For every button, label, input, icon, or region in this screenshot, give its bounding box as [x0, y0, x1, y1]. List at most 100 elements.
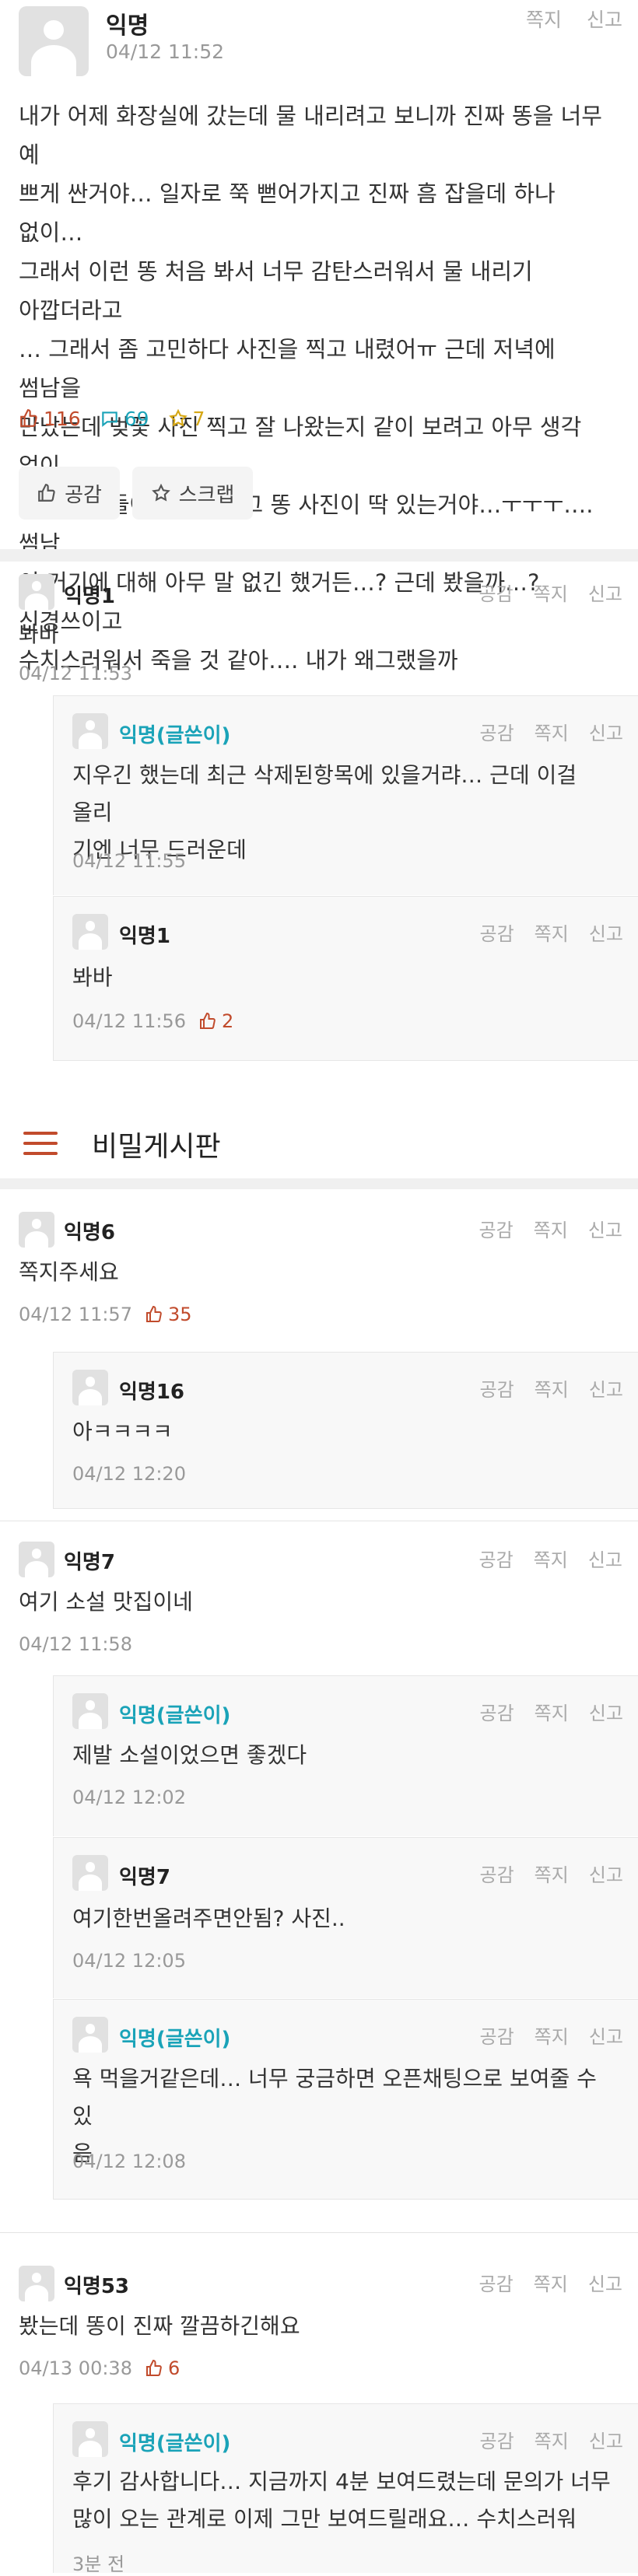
message-button[interactable]: 쪽지 [535, 2026, 569, 2048]
comment-time: 04/12 12:02 [72, 1787, 186, 1808]
comment-author: 익명16 [119, 1381, 185, 1404]
avatar [72, 2421, 108, 2457]
message-button[interactable]: 쪽지 [534, 2273, 568, 2295]
speech-bubble-icon [101, 411, 117, 427]
message-button[interactable]: 쪽지 [535, 1864, 569, 1886]
empathy-button[interactable]: 공감 [19, 467, 120, 520]
comment: 익명7 공감 쪽지 신고 여기 소설 맛집이네 04/12 11:58 [0, 1521, 638, 1661]
empathy-button[interactable]: 공감 [478, 1220, 513, 1241]
comment-time: 04/12 12:08 [72, 2151, 186, 2172]
comment-text: 여기한번올려주면안됨? 사진.. [72, 1906, 345, 1931]
avatar [72, 1370, 108, 1405]
post-author: 익명 [106, 12, 149, 40]
thumbs-up-icon [145, 2359, 162, 2376]
empathy-button[interactable]: 공감 [479, 1864, 514, 1886]
avatar [72, 914, 108, 950]
like-count: 116 [19, 408, 81, 430]
comment-author: 익명(글쓴이) [119, 1704, 231, 1727]
comment-author: 익명6 [64, 1221, 115, 1244]
report-button[interactable]: 신고 [589, 1864, 623, 1886]
comment-actions: 공감 쪽지 신고 [458, 1215, 622, 1242]
comment-text: 봐바 [19, 621, 59, 647]
message-button[interactable]: 쪽지 [534, 583, 568, 605]
post-line: 내가 어제 화장실에 갔는데 물 내리려고 보니까 진짜 똥을 너무 예 [19, 103, 602, 168]
board-header: 비밀게시판 [0, 1104, 638, 1178]
empathy-button[interactable]: 공감 [478, 583, 513, 605]
report-button[interactable]: 신고 [588, 1549, 622, 1571]
empathy-button[interactable]: 공감 [479, 723, 514, 744]
avatar [19, 1212, 54, 1248]
comment-actions: 공감 쪽지 신고 [458, 2269, 622, 2296]
post-line: … 그래서 좀 고민하다 사진을 찍고 내렸어ㅠ 근데 저녁에 썸남을 [19, 336, 556, 401]
section-divider [0, 549, 638, 562]
post-stats: 116 69 7 [19, 403, 223, 434]
reply: 익명1 공감 쪽지 신고 봐바 04/12 11:56 2 [53, 896, 638, 1061]
comment-author: 익명53 [64, 2275, 130, 2298]
scrap-button[interactable]: 스크랩 [132, 467, 253, 520]
message-button[interactable]: 쪽지 [535, 923, 569, 945]
report-button[interactable]: 신고 [589, 923, 623, 945]
comment-count: 69 [100, 408, 149, 430]
comment-like-count: 2 [198, 1010, 233, 1032]
thumbs-up-icon [20, 409, 37, 427]
avatar [19, 2266, 54, 2301]
report-button[interactable]: 신고 [589, 723, 623, 744]
message-button[interactable]: 쪽지 [534, 1549, 568, 1571]
report-button[interactable]: 신고 [589, 1379, 623, 1401]
empathy-button[interactable]: 공감 [479, 1703, 514, 1724]
empathy-button[interactable]: 공감 [478, 1549, 513, 1571]
board-title: 비밀게시판 [92, 1131, 221, 1163]
comment-actions: 공감 쪽지 신고 [459, 1698, 623, 1725]
comment-text: 여기 소설 맛집이네 [19, 1589, 193, 1615]
comment-text: 제발 소설이었으면 좋겠다 [72, 1742, 307, 1768]
message-button[interactable]: 쪽지 [535, 1703, 569, 1724]
reply: 익명(글쓴이) 공감 쪽지 신고 후기 감사합니다… 지금까지 4분 보여드렸는데 … [53, 2403, 638, 2575]
report-button[interactable]: 신고 [589, 2431, 623, 2452]
comment-time: 04/12 11:53 [19, 663, 132, 684]
reply: 익명7 공감 쪽지 신고 여기한번올려주면안됨? 사진.. 04/12 12:05 [53, 1837, 638, 1998]
star-icon [168, 408, 188, 427]
avatar [72, 1693, 108, 1729]
reply: 익명16 공감 쪽지 신고 아ㅋㅋㅋㅋ 04/12 12:20 [53, 1352, 638, 1509]
comment-time: 04/12 12:20 [72, 1463, 186, 1485]
comment: 익명53 공감 쪽지 신고 봤는데 똥이 진짜 깔끔하긴해요 04/13 00:38… [0, 2233, 638, 2379]
comment-text: 아ㅋㅋㅋㅋ [72, 1419, 173, 1444]
message-button[interactable]: 쪽지 [535, 2431, 569, 2452]
empathy-button[interactable]: 공감 [479, 923, 514, 945]
message-button[interactable]: 쪽지 [534, 1220, 568, 1241]
thumbs-up-icon [38, 484, 55, 502]
message-button[interactable]: 쪽지 [535, 1379, 569, 1401]
report-button[interactable]: 신고 [588, 2273, 622, 2295]
report-button[interactable]: 신고 [588, 583, 622, 605]
comment-time: 04/12 11:58 [19, 1633, 132, 1655]
message-button[interactable]: 쪽지 [535, 723, 569, 744]
comment-actions: 공감 쪽지 신고 [459, 718, 623, 745]
comment-time: 04/12 11:57 35 [19, 1304, 192, 1325]
comment-actions: 공감 쪽지 신고 [458, 579, 622, 606]
menu-icon[interactable] [23, 1132, 58, 1155]
message-button[interactable]: 쪽지 [526, 9, 562, 31]
comment-text: 쪽지주세요 [19, 1259, 119, 1285]
empathy-button[interactable]: 공감 [479, 2431, 514, 2452]
empathy-button[interactable]: 공감 [479, 1379, 514, 1401]
post-header: 익명 04/12 11:52 쪽지 신고 [0, 0, 638, 86]
comment-time: 04/13 00:38 6 [19, 2357, 181, 2379]
empathy-button[interactable]: 공감 [479, 2026, 514, 2048]
comment-like-count: 6 [145, 2357, 180, 2379]
avatar [19, 6, 89, 76]
post-line: 쁘게 싼거야… 일자로 쭉 뻗어가지고 진짜 흠 잡을데 하나 없이… [19, 180, 556, 246]
avatar [19, 1542, 54, 1577]
comment-time: 04/12 11:56 2 [72, 1010, 234, 1032]
report-button[interactable]: 신고 [589, 1703, 623, 1724]
comment-actions: 공감 쪽지 신고 [459, 1374, 623, 1402]
avatar [72, 713, 108, 749]
empathy-button[interactable]: 공감 [478, 2273, 513, 2295]
report-button[interactable]: 신고 [587, 9, 622, 31]
report-button[interactable]: 신고 [589, 2026, 623, 2048]
avatar [19, 574, 54, 610]
comment-author: 익명(글쓴이) [119, 2028, 231, 2051]
report-button[interactable]: 신고 [588, 1220, 622, 1241]
comment-text: 봐바 [72, 964, 113, 990]
comment-author: 익명(글쓴이) [119, 2432, 231, 2455]
comment-author: 익명7 [64, 1551, 115, 1574]
